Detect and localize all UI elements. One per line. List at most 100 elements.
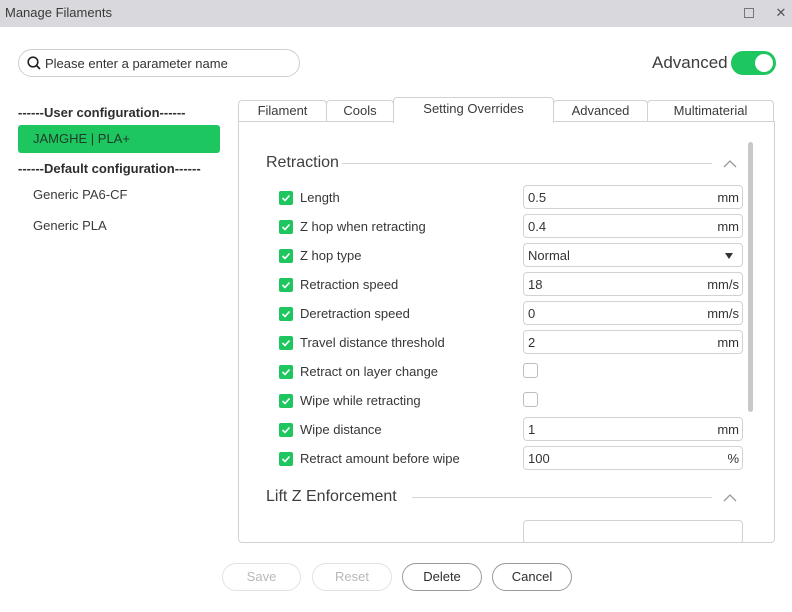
setting-row-wipe-distance: Wipe distance 1 mm — [279, 417, 744, 443]
setting-label: Length — [300, 190, 340, 205]
input-value: 0.5 — [528, 190, 547, 205]
setting-label: Retract on layer change — [300, 364, 439, 379]
override-checkbox-deretraction-speed[interactable] — [279, 307, 293, 321]
checkmark-icon — [281, 426, 291, 434]
checkmark-icon — [281, 397, 291, 405]
setting-row-retract-amount-before-wipe: Retract amount before wipe 100% — [279, 446, 744, 472]
input-value: 0.4 — [528, 219, 547, 234]
close-icon: ✕ — [775, 5, 787, 20]
window-title: Manage Filaments — [5, 5, 112, 20]
dropdown-arrow-icon — [725, 253, 733, 259]
cancel-button[interactable]: Cancel — [492, 563, 572, 591]
dropdown-selected-value: Normal — [528, 248, 570, 263]
toggle-knob — [755, 54, 773, 72]
unit-label: % — [727, 451, 739, 466]
override-checkbox-length[interactable] — [279, 191, 293, 205]
unit-label: mm — [717, 422, 739, 437]
delete-button[interactable]: Delete — [402, 563, 482, 591]
setting-label: Wipe while retracting — [300, 393, 421, 408]
input-value: 0 — [528, 306, 536, 321]
setting-label: Z hop type — [300, 248, 362, 263]
close-button[interactable]: ✕ — [772, 4, 790, 22]
checkmark-icon — [281, 310, 291, 318]
section-divider — [412, 497, 712, 498]
tab-filament[interactable]: Filament — [238, 100, 327, 122]
section-divider — [342, 163, 712, 164]
unit-label: mm/s — [707, 277, 739, 292]
advanced-label: Advanced — [652, 53, 728, 72]
advanced-toggle[interactable] — [731, 51, 776, 75]
retract-amount-before-wipe-input[interactable]: 100% — [523, 446, 743, 470]
deretraction-speed-input[interactable]: 0 mm/s — [523, 301, 743, 325]
input-value: 18 — [528, 277, 543, 292]
setting-label: Retract amount before wipe — [300, 451, 460, 466]
retraction-speed-input[interactable]: 18 mm/s — [523, 272, 743, 296]
tab-multimaterial[interactable]: Multimaterial — [647, 100, 774, 122]
filament-item-generic-pla[interactable]: Generic PLA — [18, 212, 220, 240]
checkmark-icon — [281, 455, 291, 463]
parameter-search-input[interactable] — [45, 53, 295, 73]
setting-row-z-hop-type: Z hop type Normal — [279, 243, 744, 269]
tab-setting-overrides[interactable]: Setting Overrides — [393, 97, 554, 123]
setting-row-z-hop-when-retracting: Z hop when retracting 0.4 mm — [279, 214, 744, 240]
title-bar: Manage Filaments ✕ — [0, 0, 792, 27]
override-checkbox-retract-amount-before-wipe[interactable] — [279, 452, 293, 466]
checkmark-icon — [281, 368, 291, 376]
input-value: 1 — [528, 422, 536, 437]
z-hop-when-retracting-input[interactable]: 0.4 mm — [523, 214, 743, 238]
default-configuration-header: ------Default configuration------ — [18, 161, 201, 176]
override-checkbox-wipe-while-retracting[interactable] — [279, 394, 293, 408]
z-hop-type-dropdown[interactable]: Normal — [523, 243, 743, 267]
checkmark-icon — [281, 194, 291, 202]
collapse-retraction-chevron-up-icon[interactable] — [723, 159, 737, 169]
maximize-button[interactable] — [740, 4, 758, 22]
retract-on-layer-change-checkbox[interactable] — [523, 363, 538, 378]
setting-label: Travel distance threshold — [300, 335, 445, 350]
override-checkbox-z-hop-when-retracting[interactable] — [279, 220, 293, 234]
wipe-while-retracting-checkbox[interactable] — [523, 392, 538, 407]
setting-row-retract-on-layer-change: Retract on layer change — [279, 359, 744, 385]
section-title-lift-z-enforcement: Lift Z Enforcement — [266, 488, 397, 505]
unit-label: mm — [717, 335, 739, 350]
parameter-search-box[interactable] — [18, 49, 300, 77]
setting-label: Deretraction speed — [300, 306, 410, 321]
setting-label: Z hop when retracting — [300, 219, 426, 234]
setting-row-travel-distance-threshold: Travel distance threshold 2 mm — [279, 330, 744, 356]
length-input[interactable]: 0.5 mm — [523, 185, 743, 209]
override-checkbox-wipe-distance[interactable] — [279, 423, 293, 437]
tab-advanced[interactable]: Advanced — [553, 100, 648, 122]
save-button[interactable]: Save — [222, 563, 301, 591]
search-icon — [27, 56, 41, 70]
setting-label: Wipe distance — [300, 422, 382, 437]
checkmark-icon — [281, 252, 291, 260]
override-checkbox-z-hop-type[interactable] — [279, 249, 293, 263]
unit-label: mm — [717, 219, 739, 234]
lift-z-partial-field[interactable] — [523, 520, 743, 542]
reset-button[interactable]: Reset — [312, 563, 392, 591]
filament-list: ------User configuration------ JAMGHE | … — [18, 103, 220, 243]
filament-item-generic-pa6-cf[interactable]: Generic PA6-CF — [18, 181, 220, 209]
checkmark-icon — [281, 339, 291, 347]
tab-cools[interactable]: Cools — [326, 100, 394, 122]
collapse-lift-z-chevron-up-icon[interactable] — [723, 493, 737, 503]
setting-row-wipe-while-retracting: Wipe while retracting — [279, 388, 744, 414]
checkmark-icon — [281, 223, 291, 231]
checkmark-icon — [281, 281, 291, 289]
maximize-icon — [744, 8, 754, 18]
travel-distance-threshold-input[interactable]: 2 mm — [523, 330, 743, 354]
setting-label: Retraction speed — [300, 277, 399, 292]
wipe-distance-input[interactable]: 1 mm — [523, 417, 743, 441]
override-checkbox-retract-on-layer-change[interactable] — [279, 365, 293, 379]
override-checkbox-retraction-speed[interactable] — [279, 278, 293, 292]
section-title-retraction: Retraction — [266, 154, 339, 171]
setting-row-deretraction-speed: Deretraction speed 0 mm/s — [279, 301, 744, 327]
filament-item-jamghe-pla-plus[interactable]: JAMGHE | PLA+ — [18, 125, 220, 153]
setting-row-length: Length 0.5 mm — [279, 185, 744, 211]
user-configuration-header: ------User configuration------ — [18, 105, 186, 120]
unit-label: mm — [717, 190, 739, 205]
override-checkbox-travel-distance-threshold[interactable] — [279, 336, 293, 350]
setting-row-retraction-speed: Retraction speed 18 mm/s — [279, 272, 744, 298]
vertical-scrollbar[interactable] — [748, 142, 753, 412]
input-value: 100 — [528, 451, 550, 466]
input-value: 2 — [528, 335, 536, 350]
